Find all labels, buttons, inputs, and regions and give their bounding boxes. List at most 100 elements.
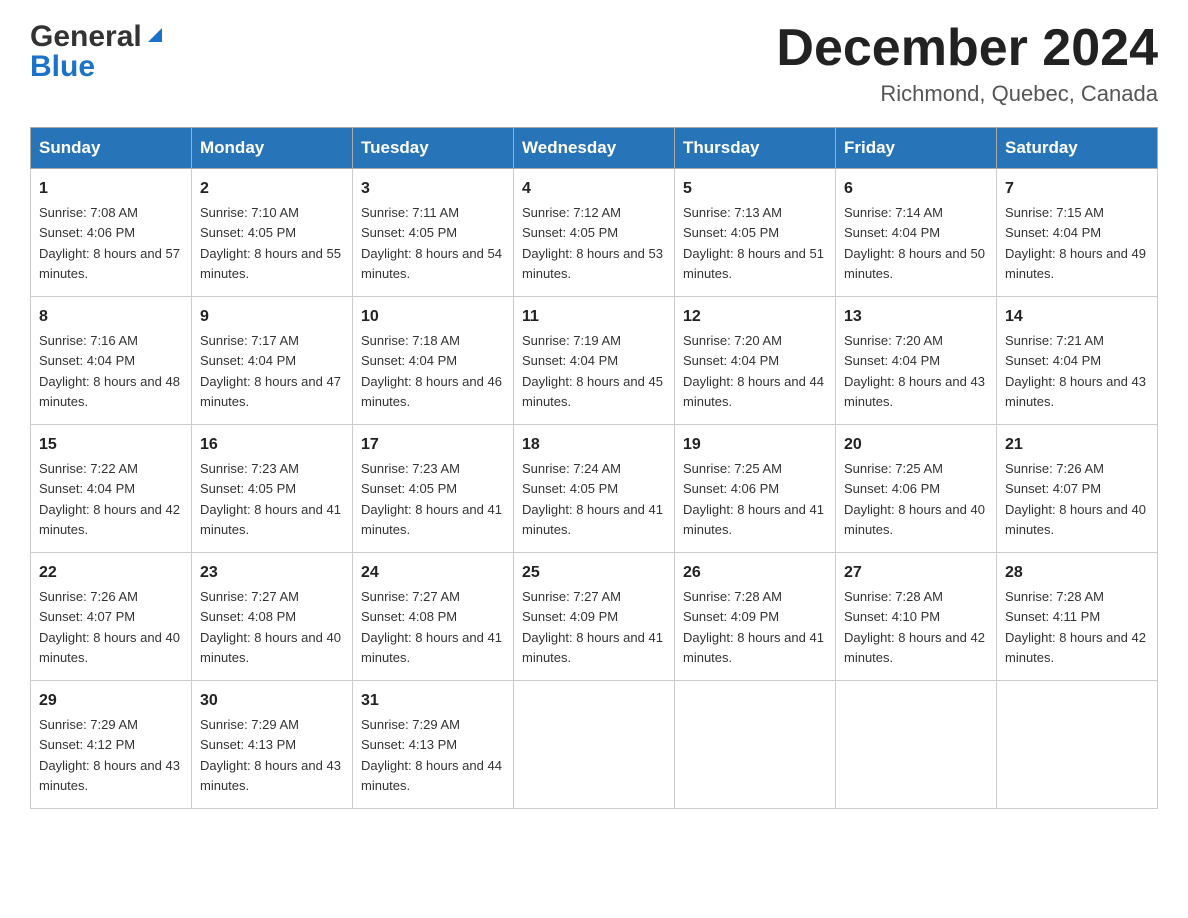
calendar-cell: 23 Sunrise: 7:27 AMSunset: 4:08 PMDayligh…	[192, 553, 353, 681]
day-info: Sunrise: 7:27 AMSunset: 4:08 PMDaylight:…	[200, 589, 341, 665]
calendar-cell: 30 Sunrise: 7:29 AMSunset: 4:13 PMDayligh…	[192, 681, 353, 809]
calendar-cell: 13 Sunrise: 7:20 AMSunset: 4:04 PMDayligh…	[836, 297, 997, 425]
calendar-cell	[514, 681, 675, 809]
day-number: 22	[39, 561, 183, 585]
day-info: Sunrise: 7:23 AMSunset: 4:05 PMDaylight:…	[200, 461, 341, 537]
day-number: 13	[844, 305, 988, 329]
logo: General Blue	[30, 20, 166, 84]
day-number: 10	[361, 305, 505, 329]
day-info: Sunrise: 7:08 AMSunset: 4:06 PMDaylight:…	[39, 205, 180, 281]
day-number: 16	[200, 433, 344, 457]
day-number: 30	[200, 689, 344, 713]
day-number: 5	[683, 177, 827, 201]
day-info: Sunrise: 7:10 AMSunset: 4:05 PMDaylight:…	[200, 205, 341, 281]
day-info: Sunrise: 7:26 AMSunset: 4:07 PMDaylight:…	[1005, 461, 1146, 537]
calendar-cell: 28Sunrise: 7:28 AMSunset: 4:11 PMDayligh…	[997, 553, 1158, 681]
day-number: 2	[200, 177, 344, 201]
calendar-cell: 20 Sunrise: 7:25 AMSunset: 4:06 PMDayligh…	[836, 425, 997, 553]
day-number: 3	[361, 177, 505, 201]
calendar-week-row: 1Sunrise: 7:08 AMSunset: 4:06 PMDaylight…	[31, 169, 1158, 297]
calendar-cell: 17Sunrise: 7:23 AMSunset: 4:05 PMDayligh…	[353, 425, 514, 553]
day-info: Sunrise: 7:27 AMSunset: 4:08 PMDaylight:…	[361, 589, 502, 665]
day-info: Sunrise: 7:16 AMSunset: 4:04 PMDaylight:…	[39, 333, 180, 409]
title-section: December 2024 Richmond, Quebec, Canada	[776, 20, 1158, 107]
day-number: 12	[683, 305, 827, 329]
day-info: Sunrise: 7:25 AMSunset: 4:06 PMDaylight:…	[683, 461, 824, 537]
day-info: Sunrise: 7:11 AMSunset: 4:05 PMDaylight:…	[361, 205, 502, 281]
calendar-cell: 11Sunrise: 7:19 AMSunset: 4:04 PMDayligh…	[514, 297, 675, 425]
calendar-cell: 27 Sunrise: 7:28 AMSunset: 4:10 PMDayligh…	[836, 553, 997, 681]
logo-blue-text: Blue	[30, 50, 95, 84]
day-info: Sunrise: 7:26 AMSunset: 4:07 PMDaylight:…	[39, 589, 180, 665]
calendar-cell: 5 Sunrise: 7:13 AMSunset: 4:05 PMDaylight…	[675, 169, 836, 297]
calendar-cell: 4Sunrise: 7:12 AMSunset: 4:05 PMDaylight…	[514, 169, 675, 297]
day-info: Sunrise: 7:15 AMSunset: 4:04 PMDaylight:…	[1005, 205, 1146, 281]
day-info: Sunrise: 7:27 AMSunset: 4:09 PMDaylight:…	[522, 589, 663, 665]
calendar-cell: 22 Sunrise: 7:26 AMSunset: 4:07 PMDayligh…	[31, 553, 192, 681]
calendar-cell: 18 Sunrise: 7:24 AMSunset: 4:05 PMDayligh…	[514, 425, 675, 553]
calendar-cell: 25Sunrise: 7:27 AMSunset: 4:09 PMDayligh…	[514, 553, 675, 681]
day-info: Sunrise: 7:29 AMSunset: 4:12 PMDaylight:…	[39, 717, 180, 793]
day-number: 19	[683, 433, 827, 457]
day-info: Sunrise: 7:29 AMSunset: 4:13 PMDaylight:…	[361, 717, 502, 793]
day-number: 23	[200, 561, 344, 585]
day-number: 29	[39, 689, 183, 713]
day-number: 24	[361, 561, 505, 585]
calendar-cell	[997, 681, 1158, 809]
logo-triangle-icon	[144, 24, 166, 51]
column-header-wednesday: Wednesday	[514, 128, 675, 169]
day-number: 6	[844, 177, 988, 201]
calendar-cell: 14 Sunrise: 7:21 AMSunset: 4:04 PMDayligh…	[997, 297, 1158, 425]
column-header-saturday: Saturday	[997, 128, 1158, 169]
calendar-cell: 8 Sunrise: 7:16 AMSunset: 4:04 PMDaylight…	[31, 297, 192, 425]
day-number: 28	[1005, 561, 1149, 585]
day-number: 4	[522, 177, 666, 201]
calendar-cell: 31Sunrise: 7:29 AMSunset: 4:13 PMDayligh…	[353, 681, 514, 809]
calendar-cell: 12Sunrise: 7:20 AMSunset: 4:04 PMDayligh…	[675, 297, 836, 425]
column-header-friday: Friday	[836, 128, 997, 169]
day-number: 15	[39, 433, 183, 457]
day-info: Sunrise: 7:23 AMSunset: 4:05 PMDaylight:…	[361, 461, 502, 537]
calendar-cell	[836, 681, 997, 809]
column-header-monday: Monday	[192, 128, 353, 169]
calendar-week-row: 29 Sunrise: 7:29 AMSunset: 4:12 PMDayligh…	[31, 681, 1158, 809]
day-info: Sunrise: 7:22 AMSunset: 4:04 PMDaylight:…	[39, 461, 180, 537]
column-header-tuesday: Tuesday	[353, 128, 514, 169]
logo-general-text: General	[30, 20, 142, 54]
logo-icon: General	[30, 20, 166, 54]
day-info: Sunrise: 7:28 AMSunset: 4:10 PMDaylight:…	[844, 589, 985, 665]
day-number: 20	[844, 433, 988, 457]
calendar-cell: 24 Sunrise: 7:27 AMSunset: 4:08 PMDayligh…	[353, 553, 514, 681]
day-info: Sunrise: 7:18 AMSunset: 4:04 PMDaylight:…	[361, 333, 502, 409]
calendar-cell: 21Sunrise: 7:26 AMSunset: 4:07 PMDayligh…	[997, 425, 1158, 553]
day-info: Sunrise: 7:14 AMSunset: 4:04 PMDaylight:…	[844, 205, 985, 281]
day-info: Sunrise: 7:29 AMSunset: 4:13 PMDaylight:…	[200, 717, 341, 793]
calendar-cell: 19 Sunrise: 7:25 AMSunset: 4:06 PMDayligh…	[675, 425, 836, 553]
page-header: General Blue December 2024 Richmond, Que…	[30, 20, 1158, 107]
day-info: Sunrise: 7:24 AMSunset: 4:05 PMDaylight:…	[522, 461, 663, 537]
location-text: Richmond, Quebec, Canada	[776, 81, 1158, 107]
day-info: Sunrise: 7:20 AMSunset: 4:04 PMDaylight:…	[844, 333, 985, 409]
day-info: Sunrise: 7:21 AMSunset: 4:04 PMDaylight:…	[1005, 333, 1146, 409]
calendar-header-row: SundayMondayTuesdayWednesdayThursdayFrid…	[31, 128, 1158, 169]
day-info: Sunrise: 7:17 AMSunset: 4:04 PMDaylight:…	[200, 333, 341, 409]
day-number: 26	[683, 561, 827, 585]
day-number: 18	[522, 433, 666, 457]
calendar-cell: 10 Sunrise: 7:18 AMSunset: 4:04 PMDayligh…	[353, 297, 514, 425]
day-number: 8	[39, 305, 183, 329]
calendar-cell: 29 Sunrise: 7:29 AMSunset: 4:12 PMDayligh…	[31, 681, 192, 809]
calendar-table: SundayMondayTuesdayWednesdayThursdayFrid…	[30, 127, 1158, 809]
day-number: 14	[1005, 305, 1149, 329]
day-info: Sunrise: 7:13 AMSunset: 4:05 PMDaylight:…	[683, 205, 824, 281]
day-number: 27	[844, 561, 988, 585]
calendar-cell: 6 Sunrise: 7:14 AMSunset: 4:04 PMDaylight…	[836, 169, 997, 297]
calendar-cell: 9Sunrise: 7:17 AMSunset: 4:04 PMDaylight…	[192, 297, 353, 425]
day-info: Sunrise: 7:25 AMSunset: 4:06 PMDaylight:…	[844, 461, 985, 537]
calendar-cell: 7 Sunrise: 7:15 AMSunset: 4:04 PMDaylight…	[997, 169, 1158, 297]
calendar-cell: 26 Sunrise: 7:28 AMSunset: 4:09 PMDayligh…	[675, 553, 836, 681]
calendar-cell: 15 Sunrise: 7:22 AMSunset: 4:04 PMDayligh…	[31, 425, 192, 553]
day-info: Sunrise: 7:28 AMSunset: 4:09 PMDaylight:…	[683, 589, 824, 665]
column-header-sunday: Sunday	[31, 128, 192, 169]
day-number: 7	[1005, 177, 1149, 201]
calendar-cell	[675, 681, 836, 809]
